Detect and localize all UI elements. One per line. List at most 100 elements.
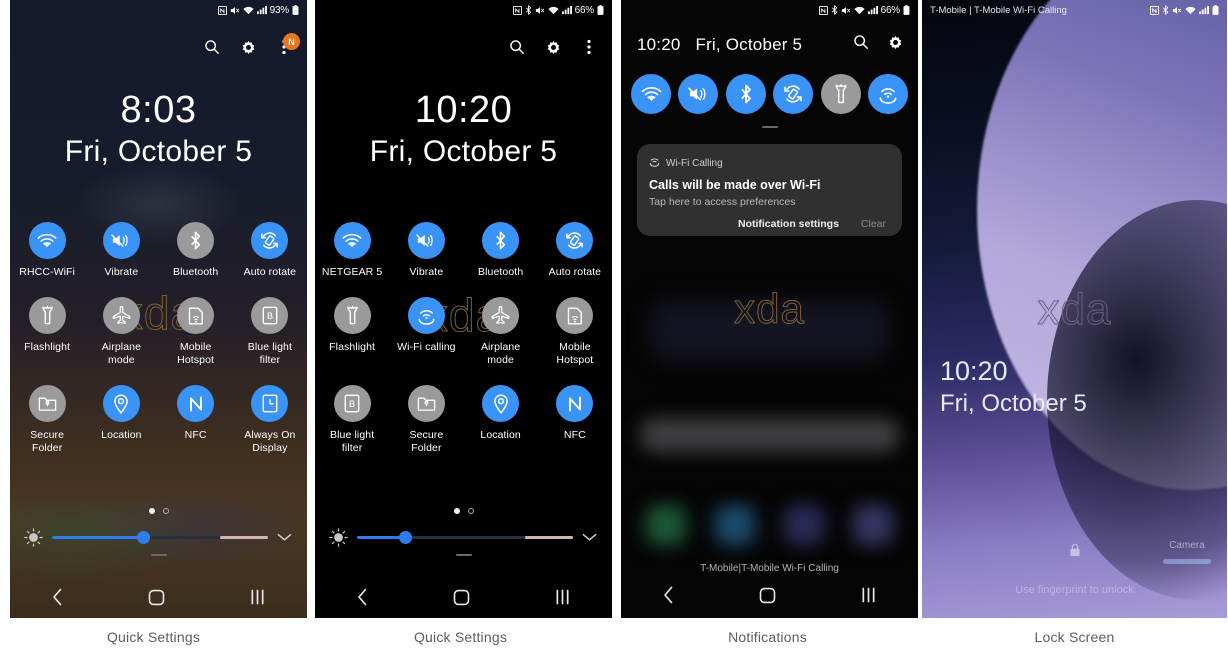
qs-tile-blue-light-filter[interactable]: B Blue light filter	[319, 385, 385, 455]
search-icon[interactable]	[203, 38, 221, 56]
back-icon[interactable]	[663, 586, 674, 604]
brightness-thumb-1[interactable]	[136, 531, 150, 544]
qs-tile-vibrate[interactable]: Vibrate	[393, 222, 459, 279]
qs-tile-flashlight[interactable]: Flashlight	[319, 297, 385, 367]
qs-toggle-vibrate[interactable]	[678, 74, 719, 114]
qs-tile-bluetooth[interactable]: Bluetooth	[468, 222, 534, 279]
qs-tile-label: NFC	[184, 429, 207, 441]
qs-tile-label: Auto rotate	[243, 266, 297, 278]
flashlight-icon	[333, 297, 371, 334]
qs-tile-airplane-mode[interactable]: Airplane mode	[468, 297, 534, 367]
chevron-down-icon[interactable]	[582, 529, 598, 547]
qs-toggle-auto-rotate[interactable]	[773, 74, 814, 114]
brightness-track-1[interactable]	[52, 531, 268, 544]
qs-tile-label: Blue light filter	[330, 429, 375, 454]
recents-icon[interactable]	[555, 589, 570, 605]
bluetooth-icon	[177, 222, 215, 259]
brightness-thumb-2[interactable]	[398, 531, 412, 544]
page-dot[interactable]	[162, 508, 169, 514]
search-icon[interactable]	[853, 34, 869, 56]
qs-tile-location[interactable]: Location	[468, 385, 534, 455]
qs-tile-flashlight[interactable]: Flashlight	[14, 297, 80, 367]
page-dot[interactable]	[467, 508, 474, 514]
gear-icon[interactable]	[239, 38, 257, 56]
carrier-label-4: T-Mobile | T-Mobile Wi-Fi Calling	[930, 4, 1067, 16]
search-icon[interactable]	[508, 38, 526, 56]
overflow-menu-icon[interactable]	[580, 38, 598, 56]
mute-icon	[535, 6, 545, 15]
recents-icon[interactable]	[861, 587, 876, 603]
battery-icon	[597, 5, 604, 15]
battery-icon	[292, 5, 299, 15]
qs-tile-bluetooth[interactable]: Bluetooth	[163, 222, 229, 279]
battery-percent-3: 66%	[880, 4, 901, 16]
qs-toggle-flashlight[interactable]	[820, 74, 861, 114]
qs-toggle-wifi-calling[interactable]	[867, 74, 908, 114]
qs-panel-grabber-3[interactable]	[621, 126, 918, 128]
gear-icon[interactable]	[544, 38, 562, 56]
notification-app-row: Wi-Fi Calling	[649, 154, 890, 172]
qs-tile-nfc[interactable]: NFC	[163, 385, 229, 455]
unlock-hint: Use fingerprint to unlock	[1015, 584, 1134, 596]
page-dot-active[interactable]	[453, 508, 460, 514]
qs-tile-mobile-hotspot[interactable]: Mobile Hotspot	[542, 297, 608, 367]
qs-tile-location[interactable]: Location	[88, 385, 154, 455]
qs-tile-mobile-hotspot[interactable]: Mobile Hotspot	[163, 297, 229, 367]
home-icon[interactable]	[148, 589, 165, 606]
qs-tile-secure-folder[interactable]: Secure Folder	[14, 385, 80, 455]
panel-caption-1: Quick Settings	[106, 628, 201, 645]
back-icon[interactable]	[357, 588, 368, 606]
qs-tile-secure-folder[interactable]: Secure Folder	[393, 385, 459, 455]
qs-tile-label: Mobile Hotspot	[556, 341, 594, 366]
battery-icon	[1212, 5, 1219, 15]
qs-tile-wifi[interactable]: NETGEAR 5	[319, 222, 385, 279]
clock-2: 10:20 Fri, October 5	[315, 88, 612, 172]
qs-tile-auto-rotate[interactable]: Auto rotate	[542, 222, 608, 279]
gear-icon[interactable]	[887, 34, 904, 56]
qs-tile-label: NFC	[563, 429, 586, 441]
location-icon	[102, 385, 140, 422]
mute-icon	[841, 6, 851, 15]
qs-toggle-wifi[interactable]	[631, 74, 671, 114]
battery-percent-1: 93%	[269, 4, 290, 16]
wifi-calling-icon	[649, 154, 660, 172]
bluetooth-icon	[525, 5, 532, 15]
overflow-menu-icon[interactable]: N	[275, 33, 300, 56]
qs-tile-airplane-mode[interactable]: Airplane mode	[88, 297, 154, 367]
wifi-icon	[333, 222, 371, 259]
qs-tile-wifi-calling[interactable]: Wi-Fi calling	[393, 297, 459, 367]
notification-card[interactable]: Wi-Fi Calling Calls will be made over Wi…	[637, 144, 902, 236]
panel-grabber-1[interactable]	[150, 554, 167, 556]
back-icon[interactable]	[52, 588, 63, 606]
recents-icon[interactable]	[250, 589, 265, 605]
qs-tile-label: Vibrate	[104, 266, 139, 278]
qs-tile-wifi[interactable]: RHCC-WiFi	[14, 222, 80, 279]
qs-tile-auto-rotate[interactable]: Auto rotate	[237, 222, 303, 279]
qs-tile-vibrate[interactable]: Vibrate	[88, 222, 154, 279]
chevron-down-icon[interactable]	[277, 529, 293, 547]
clear-button[interactable]: Clear	[861, 218, 886, 230]
qs-tile-blue-light-filter[interactable]: B Blue light filter	[237, 297, 303, 367]
qs-toggle-bluetooth[interactable]	[725, 74, 766, 114]
clock-time-4: 10:20	[940, 356, 1008, 386]
qs-tile-nfc[interactable]: NFC	[542, 385, 608, 455]
brightness-track-2[interactable]	[357, 531, 573, 544]
notification-settings-button[interactable]: Notification settings	[738, 218, 839, 230]
qs-tile-label: Flashlight	[329, 341, 376, 353]
qs-tile-label: Airplane mode	[480, 341, 521, 366]
home-icon[interactable]	[759, 587, 776, 604]
page-dot-active[interactable]	[148, 508, 155, 514]
qs-tile-label: Secure Folder	[30, 429, 65, 454]
panel-grabber-2[interactable]	[455, 554, 472, 556]
brightness-area-1	[10, 508, 307, 556]
battery-icon	[903, 5, 910, 15]
brightness-slider-1[interactable]	[10, 528, 307, 547]
brightness-slider-2[interactable]	[315, 528, 612, 547]
qs-tile-label: RHCC-WiFi	[19, 266, 75, 278]
status-bar-2: 66%	[315, 0, 612, 20]
qs-tile-row: Flashlight Airplane mode Mobile Hotspot …	[10, 297, 307, 367]
home-icon[interactable]	[453, 589, 470, 606]
qs-tile-always-on-display[interactable]: Always On Display	[237, 385, 303, 455]
brightness-icon	[24, 528, 43, 547]
camera-shortcut[interactable]: Camera	[1163, 540, 1211, 564]
